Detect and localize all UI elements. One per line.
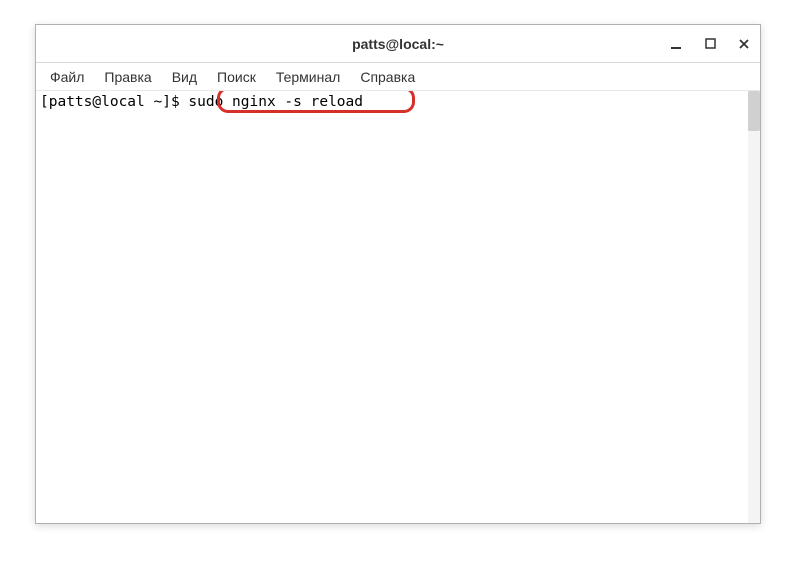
menu-terminal[interactable]: Терминал [266, 66, 350, 88]
menubar: Файл Правка Вид Поиск Терминал Справка [36, 63, 760, 91]
prompt: [patts@local ~]$ [40, 94, 188, 110]
menu-file[interactable]: Файл [40, 66, 94, 88]
close-button[interactable] [734, 34, 754, 54]
window-controls [666, 25, 754, 62]
terminal-window: patts@local:~ Файл Правка Вид [35, 24, 761, 524]
scrollbar[interactable] [748, 91, 760, 523]
command-text: sudo nginx -s reload [188, 94, 363, 110]
window-title: patts@local:~ [352, 36, 444, 52]
minimize-button[interactable] [666, 34, 686, 54]
close-icon [738, 38, 750, 50]
maximize-button[interactable] [700, 34, 720, 54]
titlebar[interactable]: patts@local:~ [36, 25, 760, 63]
menu-view[interactable]: Вид [162, 66, 207, 88]
minimize-icon [670, 38, 682, 50]
menu-search[interactable]: Поиск [207, 66, 266, 88]
terminal-line: [patts@local ~]$ sudo nginx -s reload [40, 93, 756, 112]
scrollbar-thumb[interactable] [748, 91, 760, 131]
menu-help[interactable]: Справка [350, 66, 425, 88]
terminal-area[interactable]: [patts@local ~]$ sudo nginx -s reload [36, 91, 760, 523]
menu-edit[interactable]: Правка [94, 66, 161, 88]
maximize-icon [705, 38, 716, 49]
